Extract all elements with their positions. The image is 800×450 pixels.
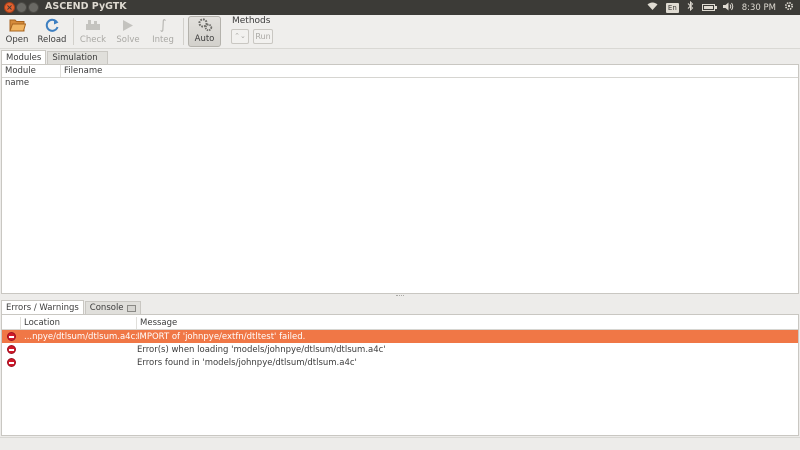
open-button[interactable]: Open [4,15,30,47]
table-row[interactable]: ...npye/dtlsum/dtlsum.a4c:2 IMPORT of 'j… [2,330,798,343]
check-button[interactable]: Check [79,15,107,47]
open-label: Open [5,35,29,45]
solve-label: Solve [116,35,140,45]
column-module-name[interactable]: Module name [2,65,61,88]
column-filename[interactable]: Filename [61,65,798,77]
toolbar: Open Reload Check Solve ∫ Integ Auto Met… [0,15,800,49]
errors-table-header: Location Message [2,317,798,330]
integ-label: Integ [152,35,174,45]
gears-icon [196,17,214,32]
integ-button[interactable]: ∫ Integ [149,15,177,47]
volume-icon[interactable] [722,2,734,14]
column-message[interactable]: Message [137,317,798,329]
window-title: ASCEND PyGTK [45,1,127,12]
row-message: Error(s) when loading 'models/johnpye/dt… [137,344,386,355]
check-icon [84,17,102,33]
error-icon [7,345,16,354]
table-row[interactable]: Error(s) when loading 'models/johnpye/dt… [2,343,798,356]
error-icon [7,358,16,367]
auto-label: Auto [194,34,215,44]
minimize-icon[interactable] [16,2,27,13]
close-icon[interactable]: × [4,2,15,13]
column-icon[interactable] [2,317,21,329]
wifi-icon[interactable] [647,2,658,14]
clock[interactable]: 8:30 PM [742,3,776,13]
folder-open-icon [8,17,26,33]
status-bar [0,437,800,450]
methods-label: Methods [232,16,271,26]
row-message: IMPORT of 'johnpye/extfn/dtltest' failed… [137,331,306,342]
reload-button[interactable]: Reload [36,15,68,47]
tab-errors-warnings[interactable]: Errors / Warnings [1,300,84,314]
terminal-icon [126,304,136,312]
title-bar: × ASCEND PyGTK En 8:30 PM [0,0,800,15]
keyboard-icon[interactable]: En [665,2,679,13]
solve-button[interactable]: Solve [114,15,142,47]
tab-modules[interactable]: Modules [1,50,47,64]
system-tray: En 8:30 PM [647,0,794,15]
row-location: ...npye/dtlsum/dtlsum.a4c:2 [24,331,137,342]
pane-divider[interactable] [396,295,404,297]
tab-console[interactable]: Console [84,301,141,314]
row-message: Errors found in 'models/johnpye/dtlsum/d… [137,357,357,368]
modules-panel: Module name Filename [1,64,799,294]
battery-icon[interactable] [701,4,717,11]
play-icon [119,17,137,33]
error-icon [7,332,16,341]
tab-simulation[interactable]: Simulation [47,51,109,64]
bluetooth-icon[interactable] [687,0,694,14]
table-row[interactable]: Errors found in 'models/johnpye/dtlsum/d… [2,356,798,369]
check-label: Check [79,35,107,45]
reload-icon [43,17,61,33]
maximize-icon[interactable] [28,2,39,13]
methods-combo[interactable]: ⌃⌄ [231,29,249,44]
modules-table-header: Module name Filename [2,65,798,88]
bottom-tabs: Errors / Warnings Console [1,300,142,314]
gear-icon[interactable] [784,1,794,14]
run-button[interactable]: Run [253,29,273,44]
errors-panel: Location Message ...npye/dtlsum/dtlsum.a… [1,314,799,436]
modules-table-body[interactable] [2,78,798,293]
top-tabs: Modules Simulation [1,50,109,64]
integral-icon: ∫ [159,17,167,33]
column-location[interactable]: Location [21,317,137,329]
auto-toggle[interactable]: Auto [188,16,221,47]
tab-console-label: Console [89,303,124,313]
reload-label: Reload [37,35,67,45]
